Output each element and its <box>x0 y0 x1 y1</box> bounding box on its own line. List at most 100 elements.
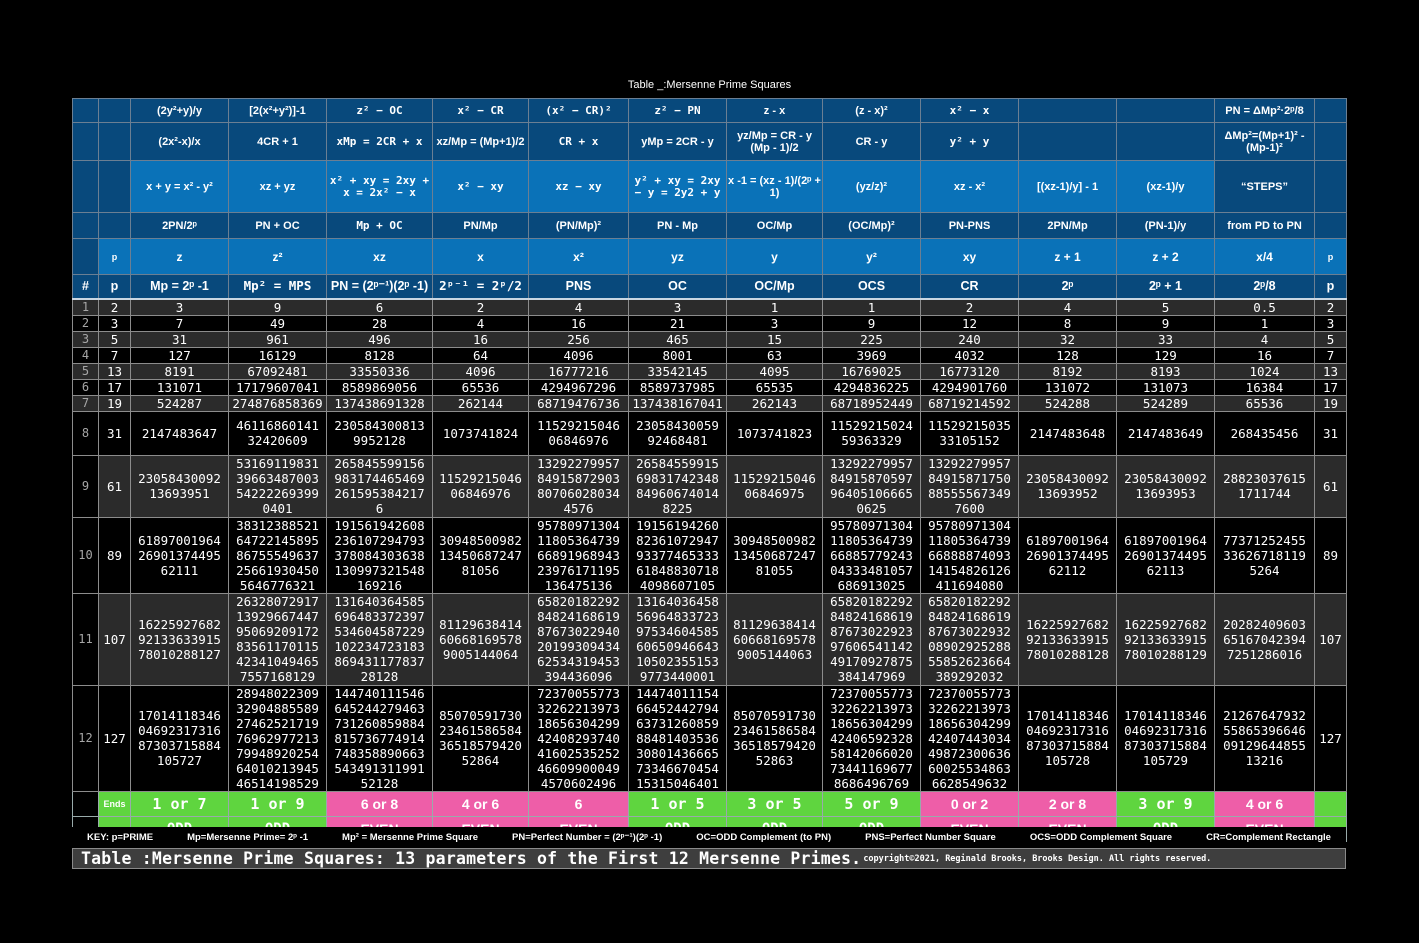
header-row: 2PN/2ᵖ PN + OC Mp + OC PN/Mp (PN/Mp)² PN - Mp… <box>72 212 1347 239</box>
ends-row-cell: 6 or 8 <box>326 790 433 817</box>
value-cell: 13292279957 84915870597 96405106665 0625 <box>822 454 921 518</box>
table-title-bar: Table :Mersenne Prime Squares: 13 parame… <box>72 848 1346 869</box>
formula-header-cell: x -1 = (xz - 1)/(2ᵖ + 1) <box>726 160 823 213</box>
ends-row-cell: 5 or 9 <box>822 790 921 817</box>
ends-row: Ends 1 or 71 or 96 or 84 or 661 or 53 or … <box>72 790 1347 817</box>
value-cell: 67092481 <box>228 362 327 380</box>
value-cell: 65820182292 84824168619 87673022940 2019… <box>528 592 629 686</box>
value-cell: 23058430092 13693952 <box>1018 454 1117 518</box>
value-cell: 137438167041 <box>628 394 727 412</box>
value-cell: 16129 <box>228 346 327 364</box>
formula-header-cell: (x² − CR)² <box>528 98 629 123</box>
value-cell: 8191 <box>130 362 229 380</box>
row-number: 3 <box>72 330 99 348</box>
value-cell: 64 <box>432 346 529 364</box>
column-header: PN = (2ᵖ⁻¹)(2ᵖ -1) <box>326 274 433 300</box>
table-row: 12 127 17014118346 04692317316 87303715884… <box>72 684 1347 792</box>
prime-p-right: 7 <box>1314 346 1347 364</box>
row-number: 9 <box>72 454 99 518</box>
value-cell: 16384 <box>1214 378 1315 396</box>
value-cell: 4096 <box>432 362 529 380</box>
prime-p-right: 13 <box>1314 362 1347 380</box>
value-cell: 16773120 <box>920 362 1019 380</box>
column-header: # <box>72 274 99 300</box>
value-cell: 9 <box>822 314 921 332</box>
column-header: 2ᵖ <box>1018 274 1117 300</box>
ends-row-label: Ends <box>98 790 131 817</box>
header-row: # p Mp = 2ᵖ -1 Mp² = MPS PN = (2ᵖ⁻¹)(2ᵖ -1) 2… <box>72 274 1347 300</box>
value-cell: 16769025 <box>822 362 921 380</box>
formula-header-cell: x <box>432 238 529 275</box>
formula-header-cell: x + y = x² - y² <box>130 160 229 213</box>
formula-header-cell: z² − PN <box>628 98 727 123</box>
table-row: 11 107 16225927682 92133633915 78010288127… <box>72 592 1347 686</box>
prime-p-right: 31 <box>1314 410 1347 456</box>
value-cell: 65535 <box>726 378 823 396</box>
formula-header-cell: xz/Mp = (Mp+1)/2 <box>432 122 529 161</box>
value-cell: 95780971304 11805364739 66891968943 2397… <box>528 516 629 594</box>
formula-header-cell: z² − OC <box>326 98 433 123</box>
value-cell: 23058430092 13693951 <box>130 454 229 518</box>
formula-header-cell <box>72 238 99 275</box>
key-item: Mp² = Mersenne Prime Square <box>342 831 478 843</box>
value-cell: 2 <box>432 298 529 316</box>
formula-header-cell: p <box>1314 238 1347 275</box>
value-cell: 2147483649 <box>1116 410 1215 456</box>
header-row: (2y²+y)/y [2(x²+y²)]-1 z² − OC x² − CR (x² −… <box>72 98 1347 123</box>
value-cell: 28948022309 32904885589 27462521719 7696… <box>228 684 327 792</box>
value-cell: 262144 <box>432 394 529 412</box>
value-cell: 28 <box>326 314 433 332</box>
table-row: 6 17 131071 17179607041 8589869056 65536 42949… <box>72 378 1347 396</box>
table-row: 3 5 31 961 496 16 256 465 15 225 240 32 33 4 5 <box>72 330 1347 348</box>
value-cell: 33550336 <box>326 362 433 380</box>
value-cell: 524289 <box>1116 394 1215 412</box>
formula-header-cell: CR - y <box>822 122 921 161</box>
formula-header-cell: 2PN/2ᵖ <box>130 212 229 239</box>
formula-header-cell <box>1314 122 1347 161</box>
value-cell: 85070591730 23461586584 36518579420 5286… <box>432 684 529 792</box>
value-cell: 262143 <box>726 394 823 412</box>
value-cell: 33542145 <box>628 362 727 380</box>
value-cell: 3969 <box>822 346 921 364</box>
formula-header-cell: (z - x)² <box>822 98 921 123</box>
value-cell: 4 <box>528 298 629 316</box>
empty-cell <box>72 790 99 817</box>
value-cell: 268435456 <box>1214 410 1315 456</box>
value-cell: 12 <box>920 314 1019 332</box>
value-cell: 65536 <box>432 378 529 396</box>
value-cell: 4096 <box>528 346 629 364</box>
formula-header-cell: xz + yz <box>228 160 327 213</box>
value-cell: 16 <box>528 314 629 332</box>
key-item: OCS=ODD Complement Square <box>1029 831 1173 843</box>
value-cell: 129 <box>1116 346 1215 364</box>
value-cell: 85070591730 23461586584 36518579420 5286… <box>726 684 823 792</box>
value-cell: 13164036458 56964833723 97534604585 6065… <box>628 592 727 686</box>
formula-header-cell <box>72 212 99 239</box>
formula-header-cell: (yz/z)² <box>822 160 921 213</box>
value-cell: 961 <box>228 330 327 348</box>
value-cell: 14474011154 66452442794 63731260859 8848… <box>628 684 727 792</box>
formula-header-cell: x² − x <box>920 98 1019 123</box>
row-number: 7 <box>72 394 99 412</box>
value-cell: 32 <box>1018 330 1117 348</box>
table-row: 5 13 8191 67092481 33550336 4096 16777216 33542… <box>72 362 1347 380</box>
column-header: Mp = 2ᵖ -1 <box>130 274 229 300</box>
column-header: p <box>98 274 131 300</box>
value-cell: 4294967296 <box>528 378 629 396</box>
prime-p-right: 19 <box>1314 394 1347 412</box>
formula-header-cell <box>1116 122 1215 161</box>
formula-header-cell: y² + y <box>920 122 1019 161</box>
table-row: 2 3 7 49 28 4 16 21 3 9 12 8 9 1 3 <box>72 314 1347 332</box>
value-cell: 225 <box>822 330 921 348</box>
value-cell: 7 <box>130 314 229 332</box>
mersenne-prime-table: (2y²+y)/y [2(x²+y²)]-1 z² − OC x² − CR (x² −… <box>72 98 1347 842</box>
prime-p: 7 <box>98 346 131 364</box>
value-cell: 72370055773 32262213973 18656304299 4240… <box>920 684 1019 792</box>
formula-header-cell: (2y²+y)/y <box>130 98 229 123</box>
formula-header-cell <box>1314 212 1347 239</box>
row-number: 4 <box>72 346 99 364</box>
value-cell: 240 <box>920 330 1019 348</box>
ends-row-cell: 0 or 2 <box>920 790 1019 817</box>
formula-header-cell: xz − xy <box>528 160 629 213</box>
column-header: 2ᵖ + 1 <box>1116 274 1215 300</box>
